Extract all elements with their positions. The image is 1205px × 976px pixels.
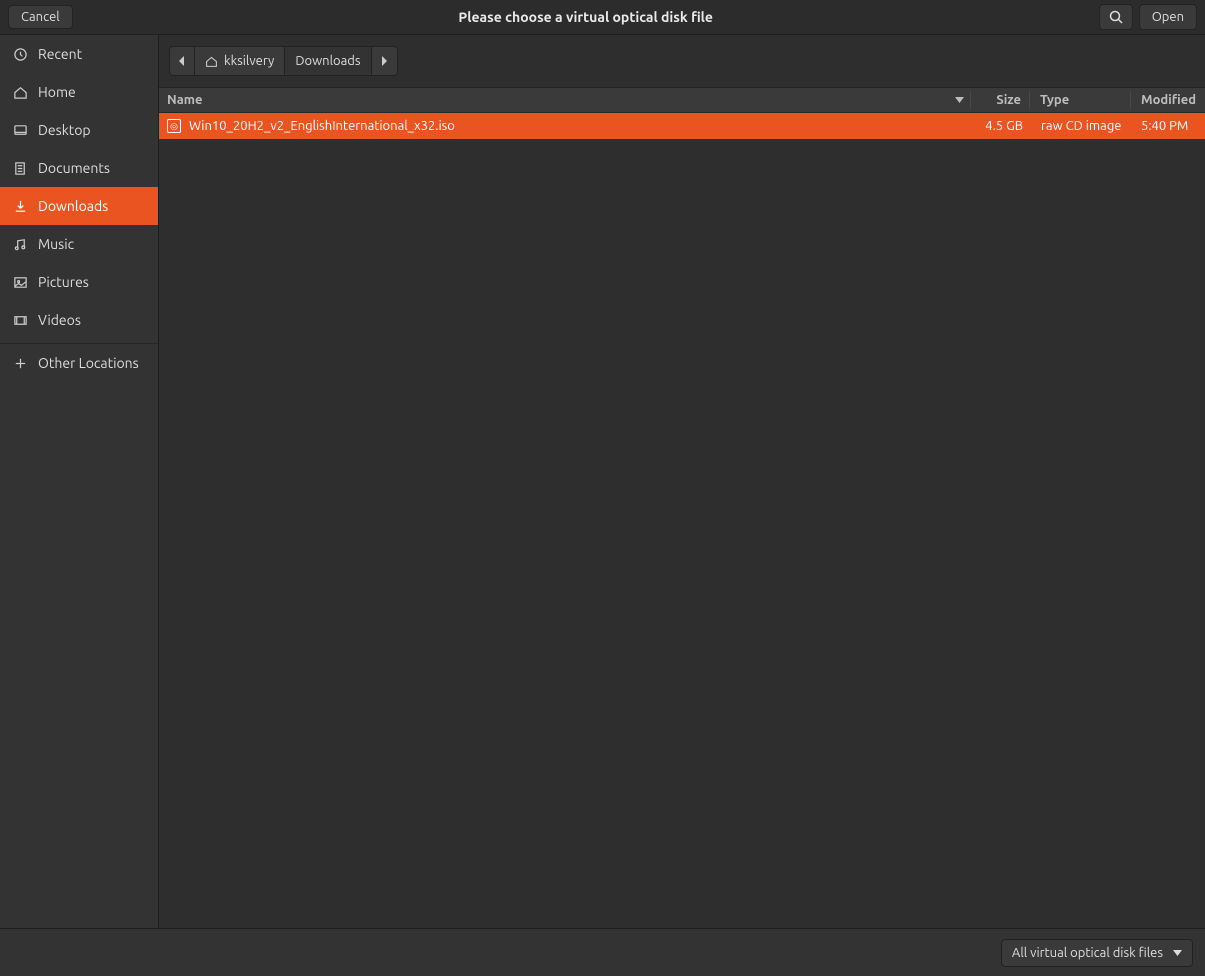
sidebar-item-label: Recent <box>38 46 82 62</box>
breadcrumb-home[interactable]: kksilvery <box>195 46 285 76</box>
file-type-filter-label: All virtual optical disk files <box>1012 946 1163 960</box>
open-button[interactable]: Open <box>1139 4 1197 30</box>
sidebar-item-label: Music <box>38 236 74 252</box>
column-header-size[interactable]: Size <box>971 93 1029 107</box>
sidebar-item-label: Home <box>38 84 76 100</box>
sidebar-item-label: Videos <box>38 312 81 328</box>
sidebar-item-music[interactable]: Music <box>0 225 158 263</box>
sidebar-item-label: Other Locations <box>38 355 139 371</box>
column-header-name[interactable]: Name <box>159 93 970 107</box>
dialog-title: Please choose a virtual optical disk fil… <box>73 9 1099 25</box>
breadcrumb: kksilvery Downloads <box>159 35 1205 87</box>
sidebar-item-videos[interactable]: Videos <box>0 301 158 339</box>
sidebar-item-label: Documents <box>38 160 110 176</box>
sidebar-item-home[interactable]: Home <box>0 73 158 111</box>
sidebar-item-label: Pictures <box>38 274 89 290</box>
sidebar-item-pictures[interactable]: Pictures <box>0 263 158 301</box>
pictures-icon <box>12 275 28 290</box>
breadcrumb-back[interactable] <box>169 46 195 76</box>
sidebar-item-desktop[interactable]: Desktop <box>0 111 158 149</box>
chevron-down-icon <box>1173 950 1182 956</box>
file-modified: 5:40 PM <box>1131 119 1205 133</box>
search-icon <box>1108 9 1124 25</box>
sidebar-item-label: Desktop <box>38 122 91 138</box>
plus-icon <box>12 356 28 371</box>
breadcrumb-forward[interactable] <box>372 46 398 76</box>
sidebar-item-downloads[interactable]: Downloads <box>0 187 158 225</box>
file-size: 4.5 GB <box>973 119 1031 133</box>
chevron-left-icon <box>178 56 186 66</box>
main-panel: kksilvery Downloads Name Size Type <box>159 35 1205 928</box>
breadcrumb-current-label: Downloads <box>295 54 360 68</box>
breadcrumb-current[interactable]: Downloads <box>285 46 371 76</box>
breadcrumb-user-label: kksilvery <box>224 54 274 68</box>
desktop-icon <box>12 123 28 138</box>
column-header-type[interactable]: Type <box>1030 93 1130 107</box>
file-name: Win10_20H2_v2_EnglishInternational_x32.i… <box>189 119 455 133</box>
chevron-right-icon <box>380 56 388 66</box>
sort-desc-icon <box>955 97 964 103</box>
sidebar-item-other-locations[interactable]: Other Locations <box>0 344 158 382</box>
music-icon <box>12 237 28 252</box>
file-type: raw CD image <box>1031 119 1131 133</box>
home-icon <box>205 55 218 68</box>
column-header-name-label: Name <box>167 93 202 107</box>
file-type-filter[interactable]: All virtual optical disk files <box>1001 939 1193 967</box>
sidebar-item-recent[interactable]: Recent <box>0 35 158 73</box>
file-list-header: Name Size Type Modified <box>159 87 1205 113</box>
column-header-modified[interactable]: Modified <box>1131 93 1205 107</box>
file-row[interactable]: ◎ Win10_20H2_v2_EnglishInternational_x32… <box>159 113 1205 139</box>
sidebar-item-label: Downloads <box>38 198 108 214</box>
clock-icon <box>12 47 28 62</box>
search-button[interactable] <box>1099 4 1133 30</box>
sidebar-item-documents[interactable]: Documents <box>0 149 158 187</box>
cancel-button[interactable]: Cancel <box>8 5 73 29</box>
titlebar: Cancel Please choose a virtual optical d… <box>0 0 1205 35</box>
documents-icon <box>12 161 28 176</box>
disc-icon: ◎ <box>167 119 181 133</box>
download-icon <box>12 199 28 214</box>
footer: All virtual optical disk files <box>0 928 1205 976</box>
home-icon <box>12 85 28 100</box>
videos-icon <box>12 313 28 328</box>
file-list[interactable]: ◎ Win10_20H2_v2_EnglishInternational_x32… <box>159 113 1205 928</box>
sidebar: Recent Home Desktop Documents Downloads <box>0 35 159 928</box>
